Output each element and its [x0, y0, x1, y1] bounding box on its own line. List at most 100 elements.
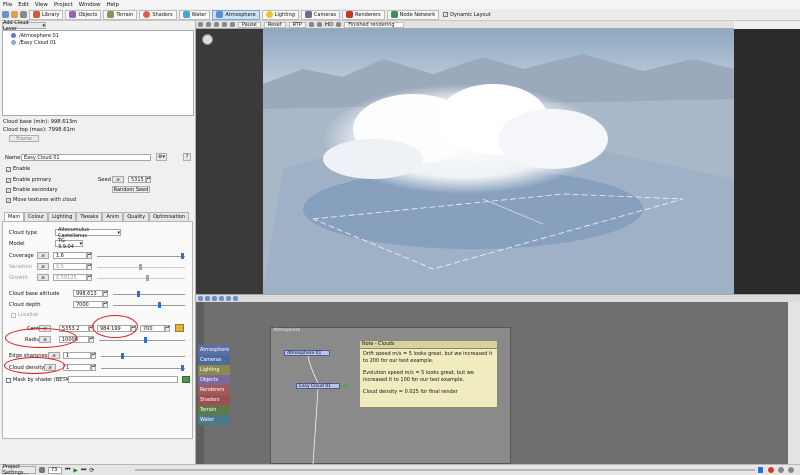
add-shader-icon[interactable]	[182, 376, 190, 383]
seed-spinner[interactable]: ▴▾	[146, 176, 151, 183]
grid-icon[interactable]	[222, 22, 227, 27]
coverage-slider[interactable]	[97, 253, 185, 259]
seed-input[interactable]: 5315	[128, 176, 146, 183]
base-altitude-input[interactable]: 998.613	[73, 290, 103, 297]
tab-terrain[interactable]: Terrain	[103, 9, 138, 20]
category-terrain[interactable]: Terrain	[198, 405, 230, 415]
category-shaders[interactable]: Shaders	[198, 395, 230, 405]
tree-item-atmosphere[interactable]: /Atmosphere 01	[3, 32, 193, 39]
growth-spinner[interactable]: ▴▾	[87, 274, 92, 281]
enable-primary-checkbox[interactable]: ✓	[6, 177, 11, 183]
help-button[interactable]: ?	[183, 153, 191, 161]
localise-checkbox[interactable]	[11, 312, 16, 318]
tab-cameras[interactable]: Cameras	[300, 9, 341, 20]
search-icon[interactable]	[233, 296, 238, 301]
menu-view[interactable]: View	[35, 2, 48, 8]
seed-link-button[interactable]: 𝑓x	[112, 176, 124, 183]
centre-z-spinner[interactable]: ▴▾	[165, 325, 170, 332]
coverage-slider-thumb[interactable]	[181, 253, 184, 259]
category-renderers[interactable]: Renderers	[198, 385, 230, 395]
tab-main[interactable]: Main	[4, 212, 24, 221]
category-objects[interactable]: Objects	[198, 375, 230, 385]
tab-atmosphere[interactable]: Atmosphere	[212, 9, 260, 20]
mask-by-shader-checkbox[interactable]	[6, 377, 11, 383]
enable-checkbox-row[interactable]: ✓ Enable	[4, 166, 30, 172]
camera-view-icon[interactable]	[198, 22, 203, 27]
variation-slider-thumb[interactable]	[139, 264, 142, 270]
fit-icon[interactable]	[226, 296, 231, 301]
tab-shaders[interactable]: Shaders	[139, 9, 177, 20]
settings-icon[interactable]	[308, 22, 314, 27]
record-icon[interactable]	[768, 467, 774, 473]
edge-spinner[interactable]: ▴▾	[91, 352, 96, 359]
random-seed-button[interactable]: Random Seed	[112, 186, 150, 193]
tab-optimisation[interactable]: Optimisation	[149, 212, 190, 221]
open-icon[interactable]	[11, 11, 18, 18]
mask-by-shader-row[interactable]: Mask by shader (BETA)	[4, 377, 71, 383]
rtp-button[interactable]: RTP	[288, 21, 306, 28]
save-icon[interactable]	[2, 11, 9, 18]
quality-icon[interactable]	[316, 22, 322, 27]
tab-water[interactable]: Water	[178, 9, 211, 20]
enable-secondary-checkbox[interactable]: ✓	[6, 187, 11, 193]
mask-shader-input[interactable]	[68, 376, 178, 383]
timeline-track[interactable]	[135, 469, 755, 471]
centre-z-input[interactable]: 700	[140, 325, 165, 332]
radius-spinner[interactable]: ▴▾	[89, 336, 94, 343]
tab-renderers[interactable]: Renderers	[342, 9, 385, 20]
enable-secondary-row[interactable]: ✓ Enable secondary	[4, 187, 58, 193]
base-altitude-spinner[interactable]: ▴▾	[103, 290, 108, 297]
category-water[interactable]: Water	[198, 415, 230, 425]
move-textures-checkbox[interactable]: ✓	[6, 197, 11, 203]
lock-icon[interactable]	[206, 22, 211, 27]
cloud-depth-input[interactable]: 7000	[73, 301, 103, 308]
network-scrollbar[interactable]	[788, 302, 800, 464]
eye-icon[interactable]	[336, 22, 342, 27]
frame-input[interactable]: 73	[48, 466, 62, 474]
tab-tweaks[interactable]: Tweaks	[76, 212, 103, 221]
coverage-link-button[interactable]: 𝑓x	[37, 252, 49, 259]
sticky-note[interactable]: Note - Clouds Drift speed m/s = 5 looks …	[359, 340, 498, 408]
menu-file[interactable]: File	[3, 2, 12, 8]
view-icon[interactable]	[198, 296, 203, 301]
preview-icon[interactable]	[214, 22, 219, 27]
radius-thumb[interactable]	[144, 337, 147, 343]
enable-checkbox[interactable]: ✓	[6, 166, 11, 172]
cloud-depth-slider[interactable]	[113, 302, 185, 308]
density-slider[interactable]	[101, 365, 185, 371]
menu-project[interactable]: Project	[54, 2, 73, 8]
variation-slider[interactable]	[97, 264, 185, 270]
radius-slider[interactable]	[99, 337, 185, 343]
loop-icon[interactable]: ⟳	[89, 467, 94, 474]
edge-thumb[interactable]	[121, 353, 124, 359]
variation-link-button[interactable]: 𝑓x	[37, 263, 49, 270]
tab-anim[interactable]: Anim	[102, 212, 124, 221]
density-spinner[interactable]: ▴▾	[91, 364, 96, 371]
tab-lighting-props[interactable]: Lighting	[48, 212, 77, 221]
cloud-type-select[interactable]: Altocumulus Castellanus ▾	[55, 227, 121, 239]
node-menu-button[interactable]: ⚙▾	[156, 153, 167, 161]
category-atmosphere[interactable]: Atmosphere	[198, 345, 230, 355]
category-cameras[interactable]: Cameras	[198, 355, 230, 365]
growth-slider[interactable]	[97, 275, 185, 281]
growth-link-button[interactable]: 𝑓x	[37, 274, 49, 281]
dynamic-layout-checkbox[interactable]: ✓	[443, 12, 449, 17]
skip-back-icon[interactable]: ⏮	[65, 466, 70, 474]
zoom-icon[interactable]	[230, 22, 235, 27]
move-textures-row[interactable]: ✓ Move textures with cloud	[4, 197, 76, 203]
growth-input[interactable]: 0.58125	[53, 274, 87, 281]
enable-primary-row[interactable]: ✓ Enable primary	[4, 177, 51, 183]
add-cloud-layer-button[interactable]: Add Cloud Layer ▾	[2, 20, 46, 32]
pause-button[interactable]: Pause	[238, 21, 261, 28]
localise-row[interactable]: Localise	[9, 312, 38, 318]
tab-lighting[interactable]: Lighting	[261, 9, 299, 20]
variation-spinner[interactable]: ▴▾	[87, 263, 92, 270]
density-thumb[interactable]	[181, 365, 184, 371]
variation-input[interactable]: 0.5	[53, 263, 87, 270]
layout-icon[interactable]	[205, 296, 210, 301]
cloud-depth-thumb[interactable]	[158, 302, 161, 308]
menu-help[interactable]: Help	[106, 2, 119, 8]
growth-slider-thumb[interactable]	[146, 275, 149, 281]
name-input[interactable]: Easy Cloud 01	[21, 154, 151, 161]
tab-colour[interactable]: Colour	[23, 212, 49, 221]
